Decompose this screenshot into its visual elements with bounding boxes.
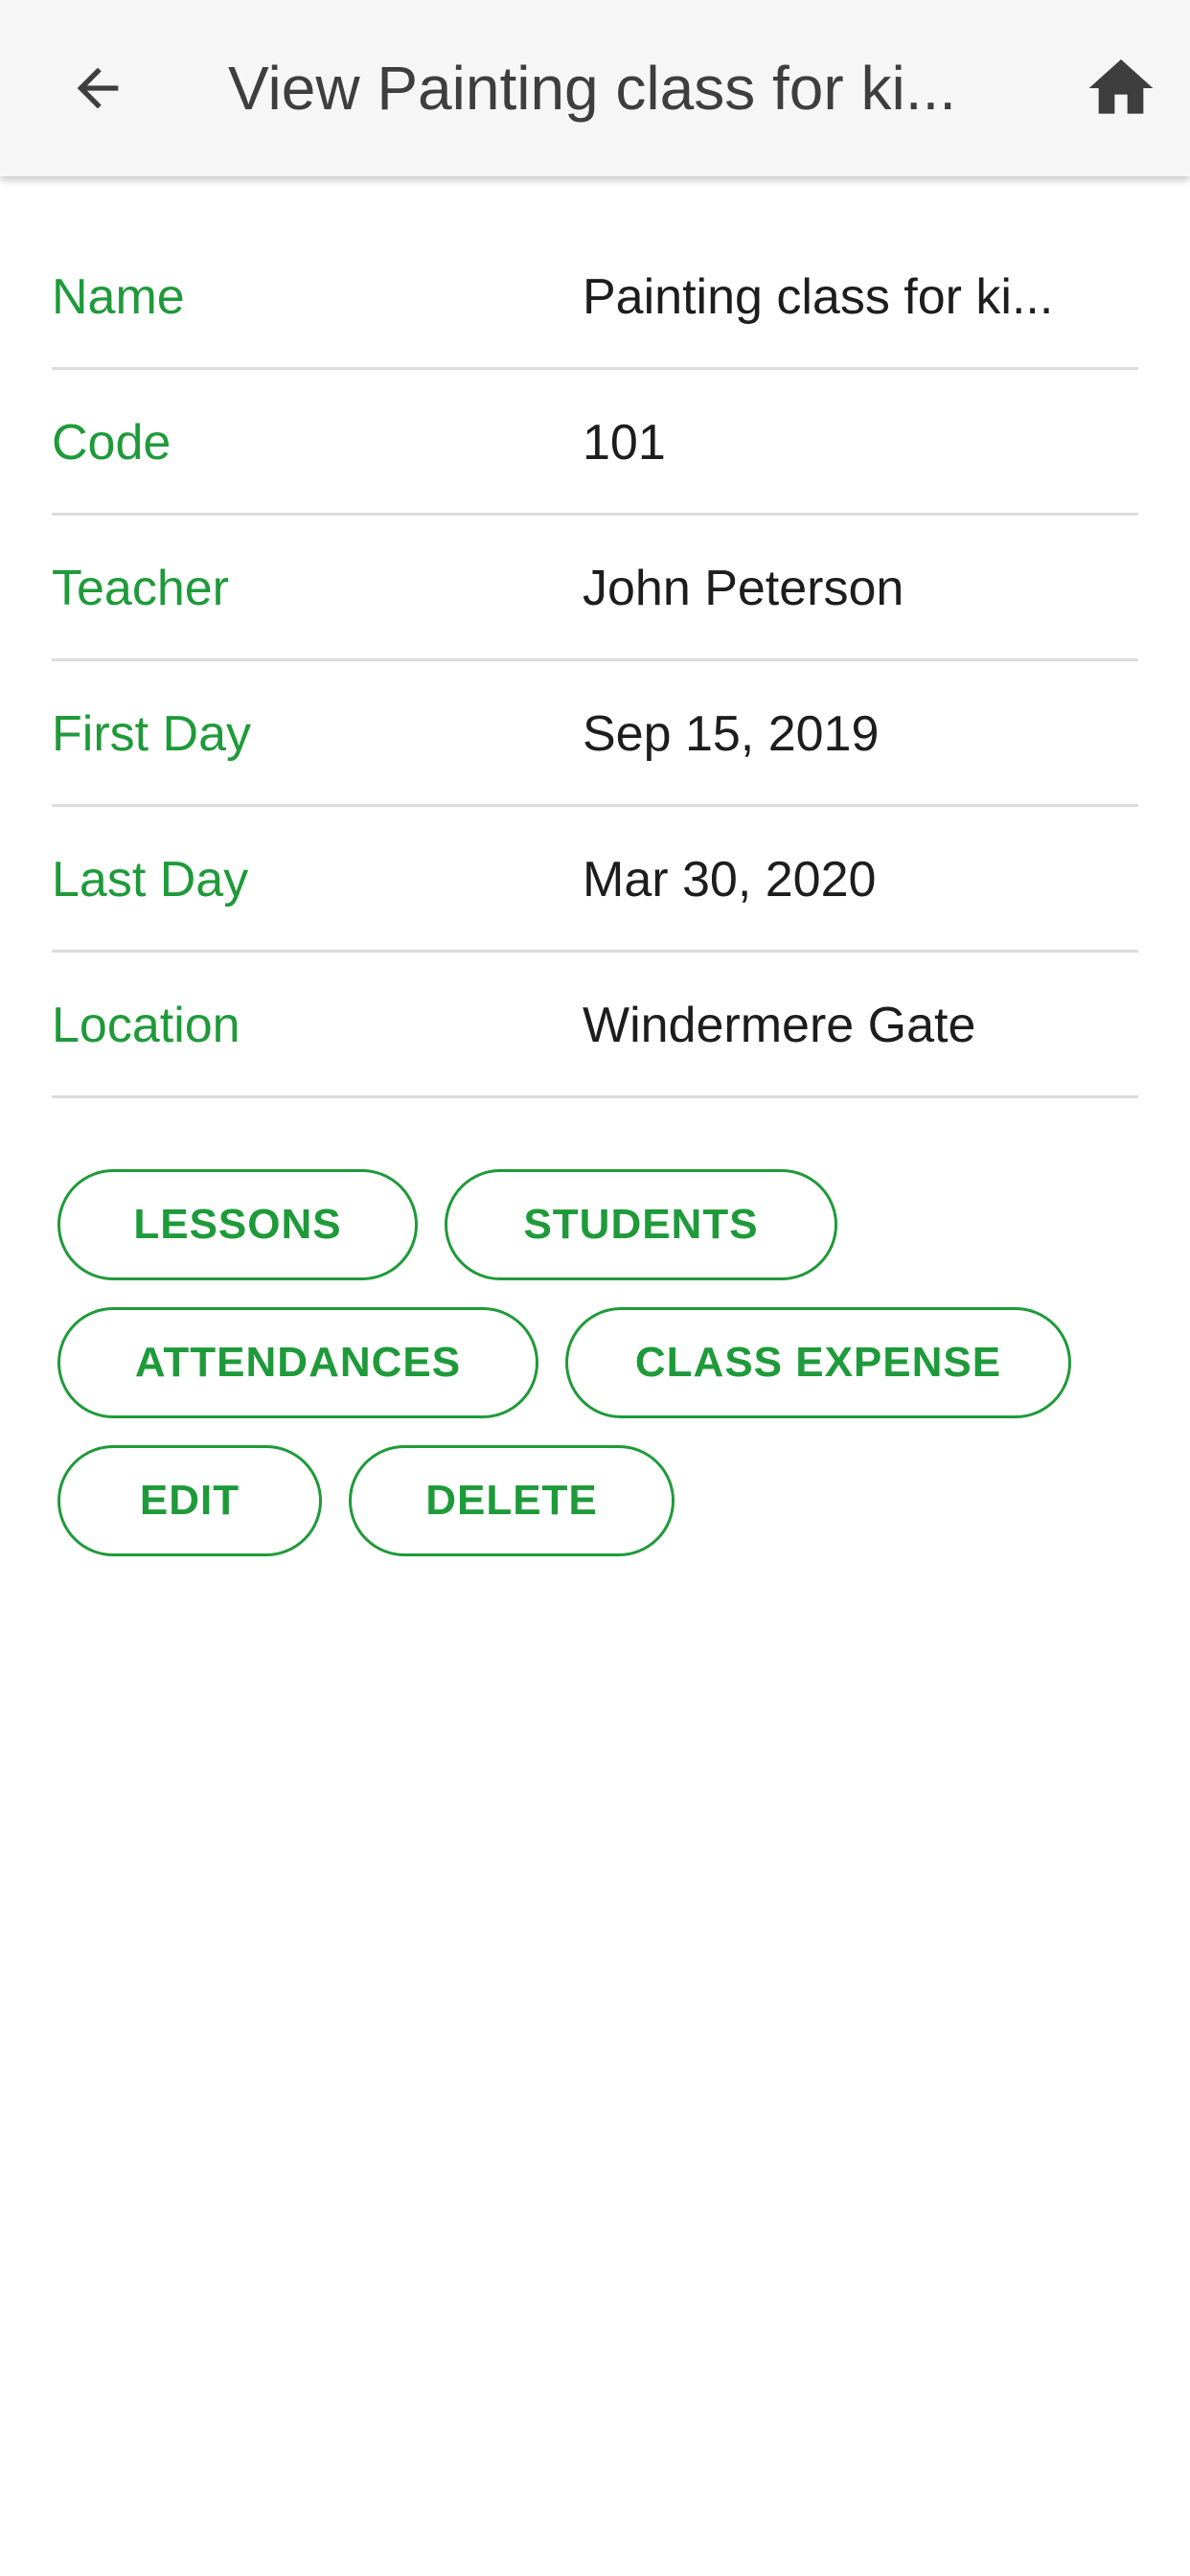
edit-button[interactable]: EDIT bbox=[57, 1445, 322, 1556]
detail-value: Sep 15, 2019 bbox=[583, 705, 880, 762]
arrow-left-icon bbox=[77, 67, 119, 109]
detail-value: 101 bbox=[583, 414, 666, 471]
detail-label: Name bbox=[52, 268, 185, 325]
detail-row-name: Name Painting class for ki... bbox=[52, 226, 1138, 370]
app-bar: View Painting class for ki... bbox=[0, 0, 1190, 176]
action-buttons: LESSONS STUDENTS ATTENDANCES CLASS EXPEN… bbox=[57, 1169, 1131, 1583]
class-details: Name Painting class for ki... Code 101 T… bbox=[52, 226, 1138, 1100]
detail-label: First Day bbox=[52, 705, 251, 762]
home-icon bbox=[1088, 59, 1154, 114]
class-expense-button[interactable]: CLASS EXPENSE bbox=[565, 1307, 1071, 1418]
detail-value: Mar 30, 2020 bbox=[583, 851, 877, 908]
page-title: View Painting class for ki... bbox=[228, 54, 957, 123]
detail-row-teacher: Teacher John Peterson bbox=[52, 518, 1138, 661]
detail-row-last-day: Last Day Mar 30, 2020 bbox=[52, 809, 1138, 953]
action-row-1: LESSONS STUDENTS bbox=[57, 1169, 1131, 1280]
detail-label: Location bbox=[52, 997, 240, 1053]
attendances-button[interactable]: ATTENDANCES bbox=[57, 1307, 538, 1418]
students-button[interactable]: STUDENTS bbox=[445, 1169, 837, 1280]
delete-button[interactable]: DELETE bbox=[349, 1445, 675, 1556]
detail-value: Windermere Gate bbox=[583, 997, 976, 1053]
detail-label: Last Day bbox=[52, 851, 249, 908]
detail-row-code: Code 101 bbox=[52, 372, 1138, 516]
home-button[interactable] bbox=[1079, 48, 1163, 128]
action-row-3: EDIT DELETE bbox=[57, 1445, 1131, 1556]
back-button[interactable] bbox=[57, 48, 138, 128]
action-row-2: ATTENDANCES CLASS EXPENSE bbox=[57, 1307, 1131, 1418]
detail-row-location: Location Windermere Gate bbox=[52, 954, 1138, 1098]
detail-row-first-day: First Day Sep 15, 2019 bbox=[52, 663, 1138, 807]
detail-value: John Peterson bbox=[583, 560, 904, 616]
lessons-button[interactable]: LESSONS bbox=[57, 1169, 418, 1280]
detail-label: Code bbox=[52, 414, 172, 471]
detail-label: Teacher bbox=[52, 560, 229, 616]
detail-value: Painting class for ki... bbox=[583, 268, 1054, 325]
